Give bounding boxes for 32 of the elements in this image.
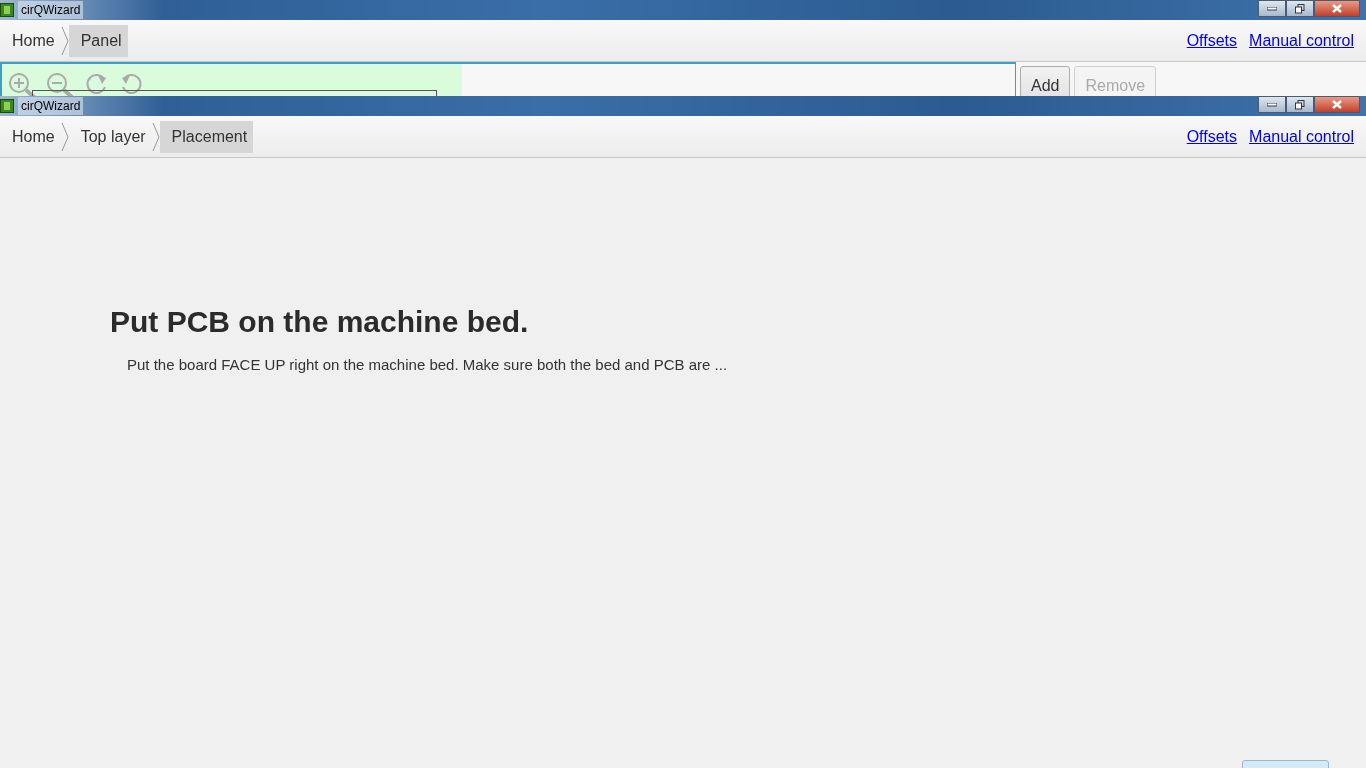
breadcrumb-item[interactable]: Home: [8, 24, 61, 57]
chevron-icon: [60, 25, 69, 56]
close-button[interactable]: [1314, 0, 1360, 17]
breadcrumb-item[interactable]: Top layer: [68, 120, 152, 153]
instruction-text: Put the board FACE UP right on the machine bed. Make sure both the bed and PCB are ...: [127, 355, 729, 375]
app-icon: [0, 99, 14, 113]
heading: Put PCB on the machine bed.: [110, 304, 530, 340]
close-button[interactable]: [1314, 96, 1360, 113]
window-title: cirQWizard: [18, 97, 84, 115]
zoom-out-icon[interactable]: [46, 72, 76, 96]
breadcrumb-item[interactable]: Home: [8, 120, 61, 153]
link[interactable]: Offsets: [1186, 28, 1238, 53]
minimize-icon: [1267, 102, 1277, 107]
close-icon: [1332, 100, 1342, 109]
breadcrumb-item[interactable]: Panel: [68, 24, 128, 57]
link[interactable]: Manual control: [1249, 28, 1354, 53]
button[interactable]: Add: [1020, 66, 1071, 96]
minimize-button[interactable]: [1258, 96, 1286, 113]
window-title: cirQWizard: [18, 1, 84, 19]
restore-icon: [1295, 99, 1305, 110]
restore-button[interactable]: [1286, 0, 1314, 17]
minimize-icon: [1267, 6, 1277, 11]
chevron-icon: [60, 121, 69, 152]
minimize-button[interactable]: [1258, 0, 1286, 17]
link[interactable]: Manual control: [1249, 124, 1354, 149]
close-icon: [1332, 4, 1342, 13]
restore-button[interactable]: [1286, 96, 1314, 113]
app-icon: [0, 3, 14, 17]
restore-icon: [1295, 3, 1305, 14]
breadcrumb-item[interactable]: Placement: [159, 120, 254, 153]
chevron-icon: [151, 121, 160, 152]
link[interactable]: Offsets: [1186, 124, 1238, 149]
